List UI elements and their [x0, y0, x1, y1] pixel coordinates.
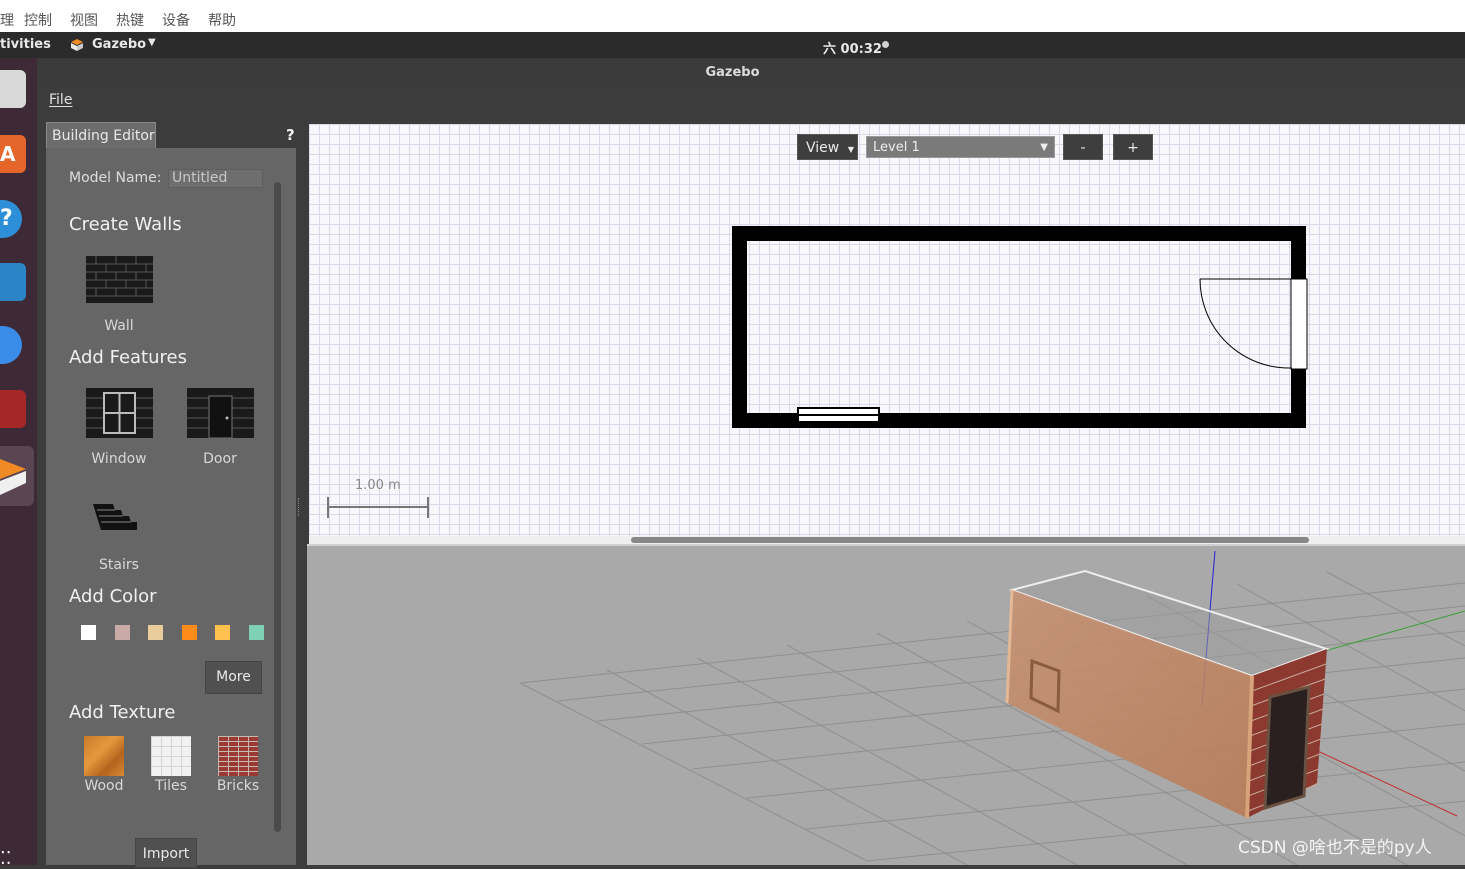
host-menu-item[interactable]: 理 — [0, 10, 14, 30]
floorplan-drawing — [327, 226, 1308, 518]
gazebo-icon — [71, 39, 83, 51]
window-title: Gazebo — [0, 58, 1465, 88]
more-colors-button[interactable]: More — [205, 661, 262, 694]
stairs-button[interactable] — [91, 500, 139, 532]
wall-label: Wall — [104, 318, 134, 334]
color-swatch-yellow[interactable] — [215, 625, 230, 640]
window-label: Window — [91, 451, 147, 467]
scale-label: 1.00 m — [355, 478, 401, 493]
color-swatch-green[interactable] — [249, 625, 264, 640]
building-editor-panel: Model Name: Untitled Create Walls Wall A… — [46, 148, 296, 868]
color-swatch-orange[interactable] — [182, 625, 197, 640]
floorplan-view[interactable]: View ▼ Level 1 ▼ - + 1.00 m — [309, 124, 1465, 536]
files-icon[interactable] — [0, 70, 26, 108]
door-swing-arc — [1199, 278, 1293, 369]
3d-preview-view[interactable] — [307, 546, 1465, 866]
vscode-icon[interactable] — [0, 263, 26, 301]
chromium-icon[interactable] — [0, 326, 22, 364]
stairs-icon — [93, 504, 137, 530]
color-swatch-white[interactable] — [81, 625, 96, 640]
model-name-label: Model Name: — [69, 170, 162, 186]
host-menu-item[interactable]: 控制 — [24, 10, 52, 30]
wall-button[interactable] — [86, 256, 153, 303]
window-icon — [86, 388, 153, 438]
file-menu[interactable]: File — [49, 92, 72, 108]
wall-icon — [86, 256, 153, 303]
door-label: Door — [203, 451, 237, 467]
panel-scrollbar[interactable] — [274, 182, 281, 832]
status-dot-icon — [882, 41, 889, 48]
wall-outline — [732, 226, 1306, 428]
app-menu-button[interactable]: Gazebo ▼ — [70, 37, 162, 55]
model-name-field[interactable]: Untitled — [168, 169, 263, 188]
import-button[interactable]: Import — [135, 838, 197, 868]
top-panel: tivities Gazebo ▼ 六 00:32 — [0, 32, 1465, 58]
door-button[interactable] — [187, 388, 254, 439]
x-axis — [1306, 745, 1458, 817]
chevron-down-icon: ▼ — [148, 37, 156, 48]
add-color-heading: Add Color — [69, 586, 157, 607]
activities-button[interactable]: tivities — [0, 37, 51, 52]
launcher-dock: A ? ⁚⁚ — [0, 58, 37, 869]
window-button[interactable] — [86, 388, 153, 438]
bricks-label: Bricks — [216, 778, 260, 794]
host-menu-item[interactable]: 设备 — [162, 10, 190, 30]
door-item — [1290, 278, 1308, 370]
terminal-icon[interactable] — [0, 390, 26, 428]
tab-building-editor[interactable]: Building Editor — [46, 122, 156, 148]
help-button[interactable]: ? — [286, 126, 295, 144]
software-center-icon[interactable]: A — [0, 135, 26, 173]
color-swatch-rose[interactable] — [115, 625, 130, 640]
host-menu-item[interactable]: 热键 — [116, 10, 144, 30]
door-3d — [1263, 685, 1311, 811]
app-menubar: File — [37, 88, 1465, 118]
create-walls-heading: Create Walls — [69, 214, 182, 235]
help-icon[interactable]: ? — [0, 200, 22, 238]
3d-scene — [519, 550, 1465, 866]
app-name: Gazebo — [92, 37, 147, 52]
show-apps-icon[interactable]: ⁚⁚ — [0, 848, 11, 869]
host-menubar: 理 控制 视图 热键 设备 帮助 — [0, 0, 1465, 32]
host-menu-item[interactable]: 帮助 — [208, 10, 236, 30]
tiles-texture-button[interactable] — [151, 736, 191, 776]
splitter-handle[interactable] — [298, 498, 303, 516]
gazebo-launcher-icon[interactable] — [0, 446, 34, 506]
ground-grid — [519, 571, 1465, 866]
stairs-label: Stairs — [99, 557, 139, 573]
color-swatch-tan[interactable] — [148, 625, 163, 640]
watermark: CSDN @啥也不是的py人 — [1238, 838, 1432, 858]
add-features-heading: Add Features — [69, 347, 187, 368]
bricks-texture-button[interactable] — [218, 736, 258, 776]
clock[interactable]: 六 00:32 — [823, 38, 882, 57]
host-menu-item[interactable]: 视图 — [70, 10, 98, 30]
horizontal-scrollbar-thumb[interactable] — [631, 537, 1309, 543]
wood-texture-button[interactable] — [84, 736, 124, 776]
door-icon — [187, 388, 254, 439]
add-texture-heading: Add Texture — [69, 702, 176, 723]
